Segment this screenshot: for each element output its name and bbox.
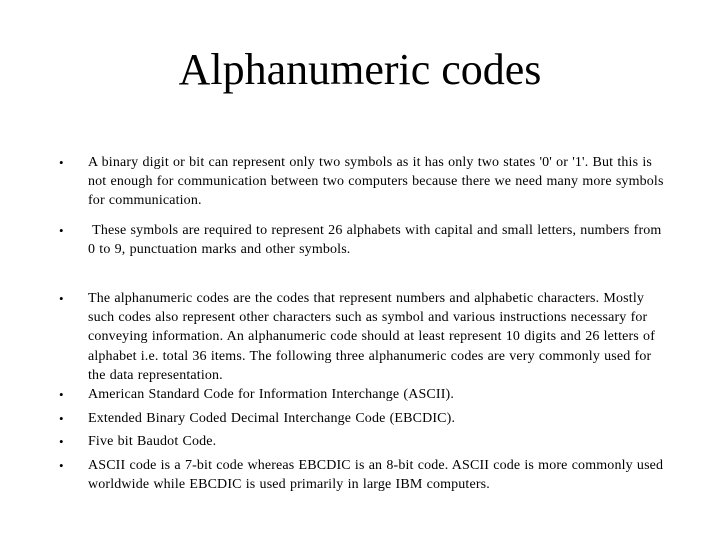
bullet-text: American Standard Code for Information I… bbox=[88, 387, 455, 402]
bullet-dot-icon: • bbox=[59, 411, 64, 426]
bullet-dot-icon: • bbox=[59, 155, 64, 170]
bullet-dot-icon: • bbox=[59, 223, 64, 238]
bullet-text: ASCII code is a 7-bit code whereas EBCDI… bbox=[88, 458, 664, 493]
bullet-text: Extended Binary Coded Decimal Interchang… bbox=[88, 411, 456, 426]
slide-title: Alphanumeric codes bbox=[178, 45, 542, 94]
bullet-text: These symbols are required to represent … bbox=[88, 223, 662, 258]
bullet-dot-icon: • bbox=[59, 458, 64, 473]
bullet-dot-icon: • bbox=[59, 434, 64, 449]
bullet-text: A binary digit or bit can represent only… bbox=[88, 155, 664, 209]
bullet-text: The alphanumeric codes are the codes tha… bbox=[88, 291, 656, 383]
bullet-dot-icon: • bbox=[59, 387, 64, 402]
bullet-text: Five bit Baudot Code. bbox=[88, 434, 217, 449]
bullet-dot-icon: • bbox=[59, 291, 64, 306]
